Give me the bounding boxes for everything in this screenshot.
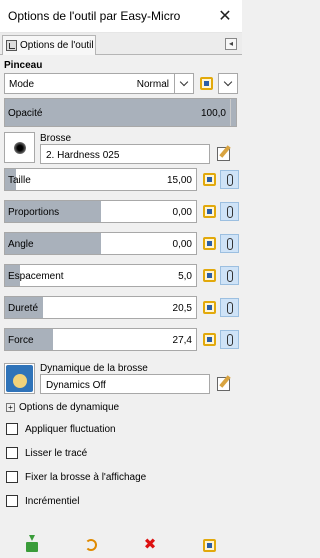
edit-dynamics-icon[interactable] <box>217 375 233 391</box>
save-icon <box>26 535 38 552</box>
brush-shape <box>13 141 26 154</box>
brush-name-field[interactable]: 2. Hardness 025 <box>40 144 210 164</box>
slider-link-button[interactable] <box>220 330 239 349</box>
slider-label: Taille <box>8 175 31 186</box>
checkbox-label: Fixer la brosse à l'affichage <box>25 471 147 483</box>
title-bar: Options de l'outil par Easy-Micro ✕ <box>0 0 242 33</box>
dynamics-name: Dynamics Off <box>46 380 106 391</box>
tab-menu-icon[interactable]: ◂ <box>225 38 237 50</box>
checkbox[interactable] <box>6 447 18 459</box>
reset-icon <box>203 205 216 218</box>
slider-2[interactable]: Angle 0,00 <box>4 232 197 255</box>
dynamics-icon <box>6 365 33 392</box>
slider-link-button[interactable] <box>220 234 239 253</box>
slider-reset-button[interactable] <box>200 170 219 189</box>
restore-preset-button[interactable] <box>83 537 99 553</box>
slider-link-button[interactable] <box>220 298 239 317</box>
tool-options-icon <box>6 40 17 51</box>
slider-label: Dureté <box>8 303 39 314</box>
brush-label: Brosse <box>40 133 72 144</box>
slider-value: 0,00 <box>172 207 192 218</box>
window-title: Options de l'outil par Easy-Micro <box>8 9 181 23</box>
brush-name: 2. Hardness 025 <box>46 150 120 161</box>
slider-link-button[interactable] <box>220 170 239 189</box>
mode-select[interactable]: Mode Normal <box>4 73 194 94</box>
reset-icon <box>202 538 216 552</box>
tab-bar: Options de l'outil ◂ <box>0 33 242 55</box>
opacity-slider[interactable]: Opacité 100,0 <box>4 98 237 127</box>
tab-label: Options de l'outil <box>20 40 94 51</box>
brush-preview[interactable] <box>4 132 35 163</box>
dynamics-name-field[interactable]: Dynamics Off <box>40 374 210 394</box>
mode-label: Mode <box>9 79 35 90</box>
slider-reset-button[interactable] <box>200 202 219 221</box>
checkbox[interactable] <box>6 471 18 483</box>
slider-1[interactable]: Proportions 0,00 <box>4 200 197 223</box>
bottom-bar: ✖ <box>0 530 242 558</box>
reset-all-button[interactable] <box>201 537 217 553</box>
dynamics-preview[interactable] <box>4 363 35 394</box>
slider-value: 20,5 <box>172 303 192 314</box>
dynamics-label: Dynamique de la brosse <box>40 363 148 374</box>
chain-icon <box>226 205 233 218</box>
slider-label: Proportions <box>8 207 60 218</box>
slider-link-button[interactable] <box>220 266 239 285</box>
reset-icon <box>203 269 216 282</box>
reset-icon <box>203 237 216 250</box>
checkbox-label: Lisser le tracé <box>25 447 88 459</box>
slider-reset-button[interactable] <box>200 234 219 253</box>
tab-tool-options[interactable]: Options de l'outil <box>2 35 96 55</box>
dynamics-options-label: Options de dynamique <box>19 402 120 413</box>
reset-icon <box>203 173 216 186</box>
mode-reset-button[interactable] <box>197 74 216 93</box>
slider-value: 27,4 <box>172 335 192 346</box>
checkbox-row[interactable]: Lisser le tracé <box>6 446 87 460</box>
slider-3[interactable]: Espacement 5,0 <box>4 264 197 287</box>
restore-icon <box>85 539 97 551</box>
edit-brush-icon[interactable] <box>217 145 233 161</box>
checkbox-label: Appliquer fluctuation <box>25 423 116 435</box>
checkbox-row[interactable]: Incrémentiel <box>6 494 79 508</box>
slider-4[interactable]: Dureté 20,5 <box>4 296 197 319</box>
dynamics-options-expander[interactable]: + Options de dynamique <box>6 402 119 413</box>
opacity-label: Opacité <box>8 108 43 119</box>
chain-icon <box>226 269 233 282</box>
slider-label: Espacement <box>8 271 64 282</box>
close-icon[interactable]: ✕ <box>214 7 236 27</box>
save-preset-button[interactable] <box>24 535 40 553</box>
checkbox-row[interactable]: Appliquer fluctuation <box>6 422 116 436</box>
mode-extra-select[interactable] <box>218 73 238 94</box>
spin-arrows[interactable] <box>230 99 236 126</box>
checkbox-label: Incrémentiel <box>25 495 80 507</box>
slider-link-button[interactable] <box>220 202 239 221</box>
chain-icon <box>226 301 233 314</box>
checkbox[interactable] <box>6 495 18 507</box>
delete-icon: ✖ <box>143 536 157 553</box>
reset-icon <box>200 77 213 90</box>
slider-value: 5,0 <box>178 271 192 282</box>
slider-5[interactable]: Force 27,4 <box>4 328 197 351</box>
slider-label: Force <box>8 335 34 346</box>
expand-icon[interactable]: + <box>6 403 15 412</box>
reset-icon <box>203 301 216 314</box>
mode-value: Normal <box>136 79 169 90</box>
checkbox[interactable] <box>6 423 18 435</box>
slider-value: 0,00 <box>172 239 192 250</box>
delete-preset-button[interactable]: ✖ <box>142 537 158 553</box>
slider-label: Angle <box>8 239 34 250</box>
chain-icon <box>226 173 233 186</box>
slider-reset-button[interactable] <box>200 298 219 317</box>
checkbox-row[interactable]: Fixer la brosse à l'affichage <box>6 470 146 484</box>
slider-reset-button[interactable] <box>200 266 219 285</box>
section-heading: Pinceau <box>4 60 43 71</box>
chevron-down-icon[interactable] <box>174 74 193 93</box>
chevron-down-icon[interactable] <box>219 74 237 93</box>
opacity-value: 100,0 <box>200 108 226 119</box>
slider-value: 15,00 <box>166 175 192 186</box>
reset-icon <box>203 333 216 346</box>
chain-icon <box>226 237 233 250</box>
slider-reset-button[interactable] <box>200 330 219 349</box>
chain-icon <box>226 333 233 346</box>
slider-0[interactable]: Taille 15,00 <box>4 168 197 191</box>
